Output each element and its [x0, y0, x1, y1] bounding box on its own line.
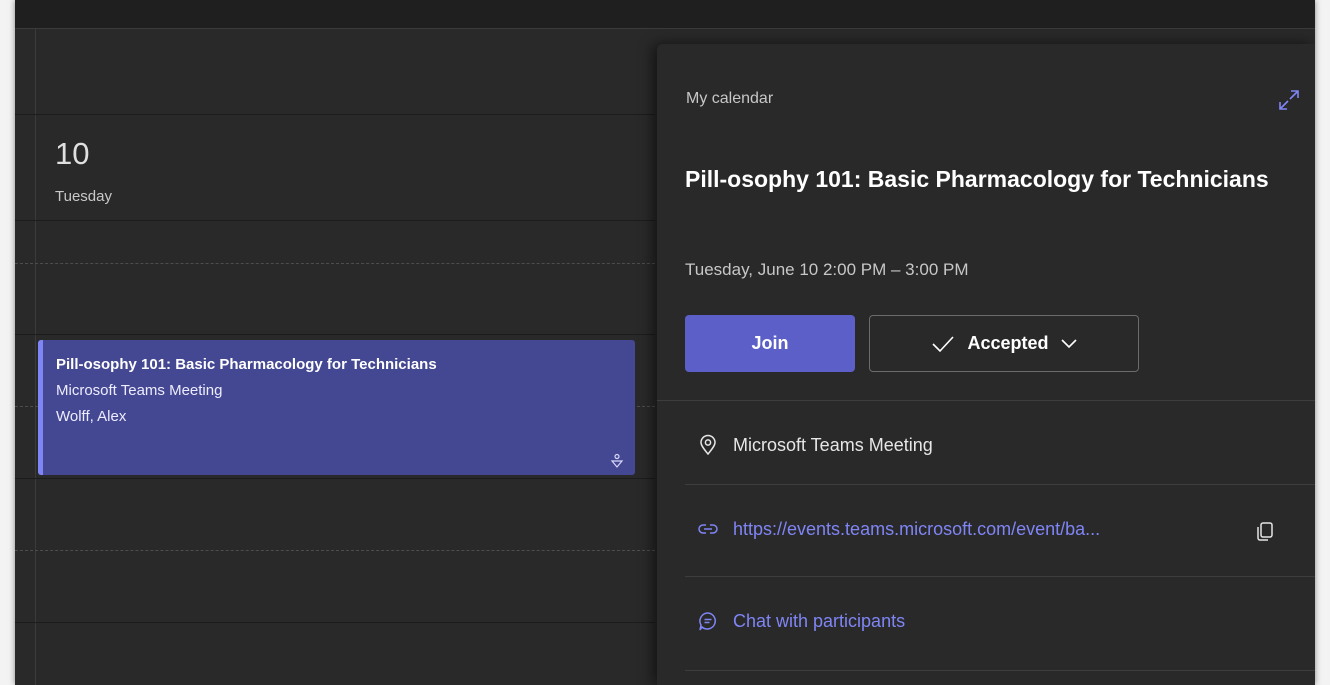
- person-icon: [610, 453, 624, 468]
- day-name: Tuesday: [55, 188, 112, 205]
- rsvp-dropdown[interactable]: Accepted: [869, 315, 1139, 372]
- divider: [685, 670, 1315, 671]
- grid-line: [15, 550, 655, 551]
- expand-icon[interactable]: [1277, 88, 1301, 112]
- event-title: Pill-osophy 101: Basic Pharmacology for …: [56, 356, 437, 373]
- link-icon: [698, 524, 718, 534]
- grid-line: [15, 220, 655, 221]
- join-button[interactable]: Join: [685, 315, 855, 372]
- event-organizer: Wolff, Alex: [56, 408, 127, 425]
- event-datetime: Tuesday, June 10 2:00 PM – 3:00 PM: [685, 260, 969, 279]
- location-text: Microsoft Teams Meeting: [733, 434, 933, 455]
- calendar-event[interactable]: Pill-osophy 101: Basic Pharmacology for …: [38, 340, 635, 475]
- chat-with-participants[interactable]: Chat with participants: [697, 610, 905, 632]
- location-pin-icon: [700, 434, 716, 456]
- calendar-window: 10 Tuesday Pill-osophy 101: Basic Pharma…: [15, 0, 1315, 685]
- event-title: Pill-osophy 101: Basic Pharmacology for …: [685, 166, 1269, 192]
- chevron-down-icon: [1060, 338, 1077, 348]
- checkmark-icon: [932, 335, 955, 352]
- meeting-link[interactable]: https://events.teams.microsoft.com/event…: [697, 518, 1100, 540]
- link-text: https://events.teams.microsoft.com/event…: [733, 518, 1101, 539]
- grid-line: [15, 622, 655, 623]
- calendar-name: My calendar: [686, 90, 774, 107]
- day-number: 10: [55, 136, 90, 171]
- divider: [657, 400, 1315, 401]
- grid-line: [15, 478, 655, 479]
- event-details-panel: My calendar Pill-osophy 101: Basic Pharm…: [657, 44, 1315, 685]
- chat-label: Chat with participants: [733, 610, 906, 631]
- grid-line: [15, 334, 655, 335]
- grid-line: [15, 263, 655, 264]
- copy-icon[interactable]: [1254, 520, 1276, 542]
- event-location: Microsoft Teams Meeting: [56, 382, 223, 399]
- rsvp-label: Accepted: [967, 333, 1049, 353]
- time-gutter: [15, 28, 36, 685]
- grid-line: [15, 114, 655, 115]
- divider: [685, 576, 1315, 577]
- chat-icon: [699, 612, 716, 631]
- divider: [685, 484, 1315, 485]
- meeting-location: Microsoft Teams Meeting: [697, 434, 933, 456]
- join-label: Join: [751, 333, 789, 353]
- calendar-toolbar: [15, 0, 1315, 29]
